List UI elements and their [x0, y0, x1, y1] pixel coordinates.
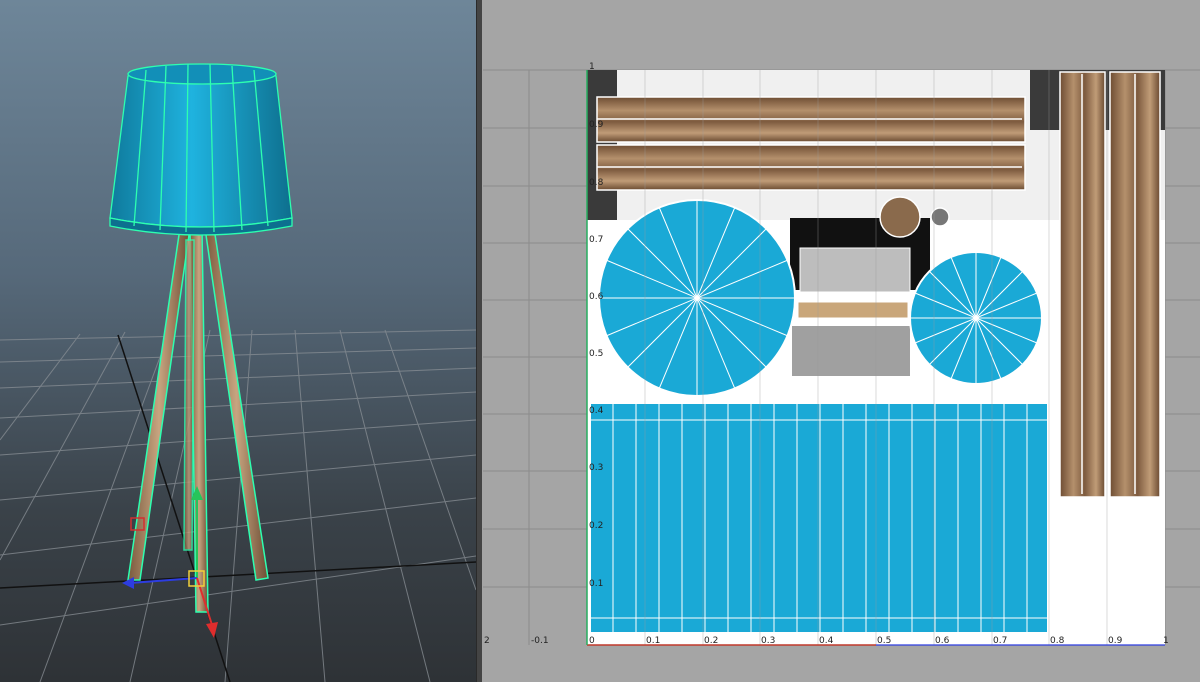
u-tick: 0 [589, 636, 595, 646]
v-tick: 0.4 [589, 406, 604, 416]
u-tick: 0.7 [993, 636, 1007, 646]
v-tick: 0.8 [589, 178, 604, 188]
u-tick: 0.5 [877, 636, 891, 646]
uv-shell-shade-disc-small [909, 251, 1043, 385]
v-tick: 0.5 [589, 349, 603, 359]
v-tick: 0.2 [589, 521, 603, 531]
u-tick: 0.6 [935, 636, 950, 646]
u-tick: 1 [1163, 636, 1169, 646]
uv-canvas: -0.1 0 0.1 0.2 0.3 0.4 0.5 0.6 0.7 0.8 0… [483, 62, 1200, 646]
uv-shell-wood-vertical [1059, 71, 1161, 498]
v-tick: 0.9 [589, 120, 604, 130]
u-tick: 0.2 [704, 636, 718, 646]
u-tick: 0.1 [646, 636, 660, 646]
u-tick: 0.3 [761, 636, 775, 646]
u-tick: -0.1 [531, 636, 549, 646]
v-tick: 1 [589, 62, 595, 72]
viewport-canvas [0, 63, 476, 682]
uv-editor[interactable]: -0.1 0 0.1 0.2 0.3 0.4 0.5 0.6 0.7 0.8 0… [482, 0, 1200, 682]
u-tick: 0.9 [1108, 636, 1123, 646]
v-tick: 0.1 [589, 579, 603, 589]
uv-shell-shade-disc-large [598, 199, 796, 397]
u-tick: 0.8 [1050, 636, 1065, 646]
v-tick: 0.3 [589, 463, 603, 473]
corner-tick: 2 [484, 636, 490, 646]
uv-shell-shade-side [589, 402, 1049, 634]
perspective-viewport[interactable] [0, 0, 476, 682]
u-tick: 0.4 [819, 636, 834, 646]
v-tick: 0.6 [589, 292, 604, 302]
lamp-shade [109, 63, 293, 236]
v-tick: 0.7 [589, 235, 603, 245]
